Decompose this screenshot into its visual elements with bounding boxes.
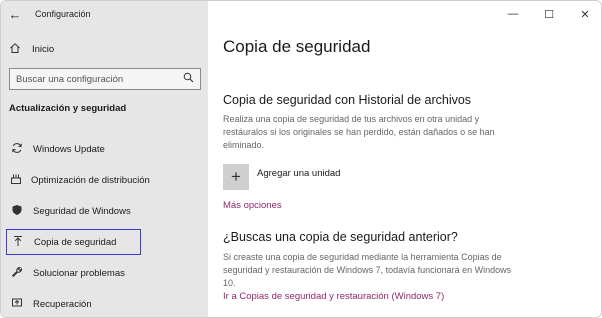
app-title: Configuración xyxy=(35,9,91,19)
sync-icon xyxy=(10,142,24,157)
minimize-button[interactable]: — xyxy=(495,1,531,27)
add-drive-button[interactable]: + Agregar una unidad xyxy=(223,164,340,190)
back-arrow-icon: ← xyxy=(8,6,22,22)
sidebar-item-label: Seguridad de Windows xyxy=(33,205,131,217)
titlebar-left: ← Configuración xyxy=(1,1,208,27)
shield-icon xyxy=(10,204,24,219)
backup-upload-icon xyxy=(11,235,25,250)
file-history-description: Realiza una copia de seguridad de tus ar… xyxy=(223,114,495,150)
sidebar-item-home[interactable]: Inicio xyxy=(9,39,54,59)
sidebar-item-label: Windows Update xyxy=(33,143,105,155)
maximize-icon: ☐ xyxy=(544,8,554,21)
close-button[interactable]: ✕ xyxy=(567,1,601,27)
older-backup-title: ¿Buscas una copia de seguridad anterior? xyxy=(223,230,458,244)
sidebar-item-label: Solucionar problemas xyxy=(33,267,125,279)
sidebar-item-label: Optimización de distribución xyxy=(31,174,150,186)
search-input[interactable] xyxy=(16,73,183,85)
add-drive-label: Agregar una unidad xyxy=(257,167,341,179)
delivery-icon xyxy=(10,173,22,188)
older-backup-description: Si creaste una copia de seguridad median… xyxy=(223,252,512,288)
window-controls: — ☐ ✕ xyxy=(495,1,601,27)
sidebar-item-windows-update[interactable]: Windows Update xyxy=(6,136,141,162)
close-icon: ✕ xyxy=(580,8,590,21)
back-button[interactable]: ← xyxy=(1,1,29,27)
sidebar-item-windows-security[interactable]: Seguridad de Windows xyxy=(6,198,141,224)
sidebar-item-label: Inicio xyxy=(32,43,55,55)
minimize-icon: — xyxy=(507,8,519,20)
windows7-backup-link[interactable]: Ir a Copias de seguridad y restauración … xyxy=(223,291,444,302)
file-history-title: Copia de seguridad con Historial de arch… xyxy=(223,93,472,107)
sidebar-item-label: Recuperación xyxy=(33,298,92,310)
settings-window: ← Configuración Inicio Actualización y s… xyxy=(0,0,602,318)
plus-icon: + xyxy=(223,164,249,190)
home-icon xyxy=(9,42,23,57)
section-heading: Actualización y seguridad xyxy=(9,103,127,114)
maximize-button[interactable]: ☐ xyxy=(531,1,567,27)
search-box[interactable] xyxy=(9,68,201,90)
page-title: Copia de seguridad xyxy=(223,37,371,56)
more-options-link[interactable]: Más opciones xyxy=(223,200,282,211)
wrench-icon xyxy=(10,266,24,281)
recovery-icon xyxy=(10,297,24,312)
sidebar-item-label: Copia de seguridad xyxy=(34,236,117,248)
search-icon[interactable] xyxy=(183,72,194,86)
sidebar-item-delivery-optimization[interactable]: Optimización de distribución xyxy=(6,167,150,193)
sidebar-item-troubleshoot[interactable]: Solucionar problemas xyxy=(6,260,141,286)
sidebar-item-backup[interactable]: Copia de seguridad xyxy=(6,229,141,255)
main-content: — ☐ ✕ Copia de seguridad Copia de seguri… xyxy=(208,1,601,317)
sidebar: ← Configuración Inicio Actualización y s… xyxy=(1,1,208,317)
sidebar-item-recovery[interactable]: Recuperación xyxy=(6,291,141,317)
